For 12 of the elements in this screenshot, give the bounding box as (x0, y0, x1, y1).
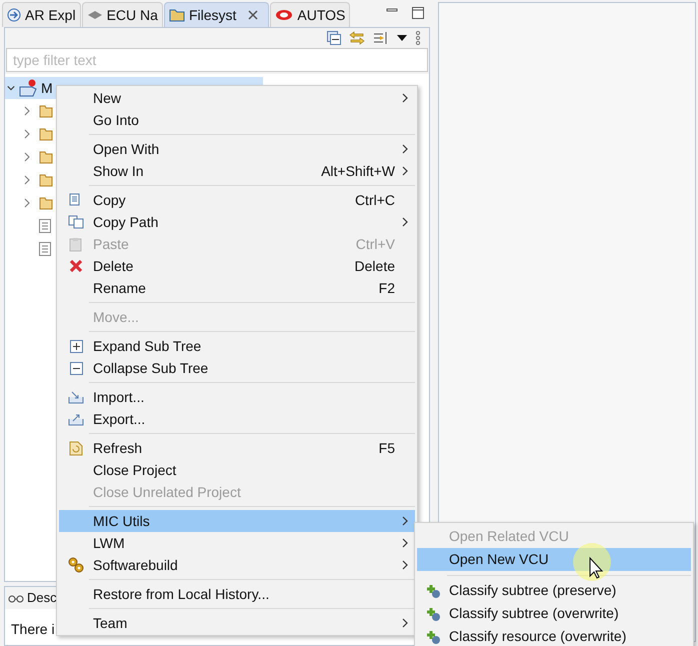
description-text: There i (11, 621, 55, 637)
shortcut-label: Delete (354, 256, 395, 276)
shortcut-label: Ctrl+V (356, 234, 395, 254)
tree-label: M (41, 78, 53, 98)
tab-label: AUTOS (297, 6, 346, 24)
shortcut-label: Ctrl+C (354, 190, 395, 210)
tab-label: ECU Na (106, 6, 158, 24)
shortcut-label: F5 (378, 438, 395, 458)
shortcut-label: Alt+Shift+W (321, 162, 395, 180)
tab-label: AR Expl (25, 6, 76, 25)
shortcut-label: F2 (378, 278, 395, 298)
tab-label: Filesyst (188, 6, 236, 25)
